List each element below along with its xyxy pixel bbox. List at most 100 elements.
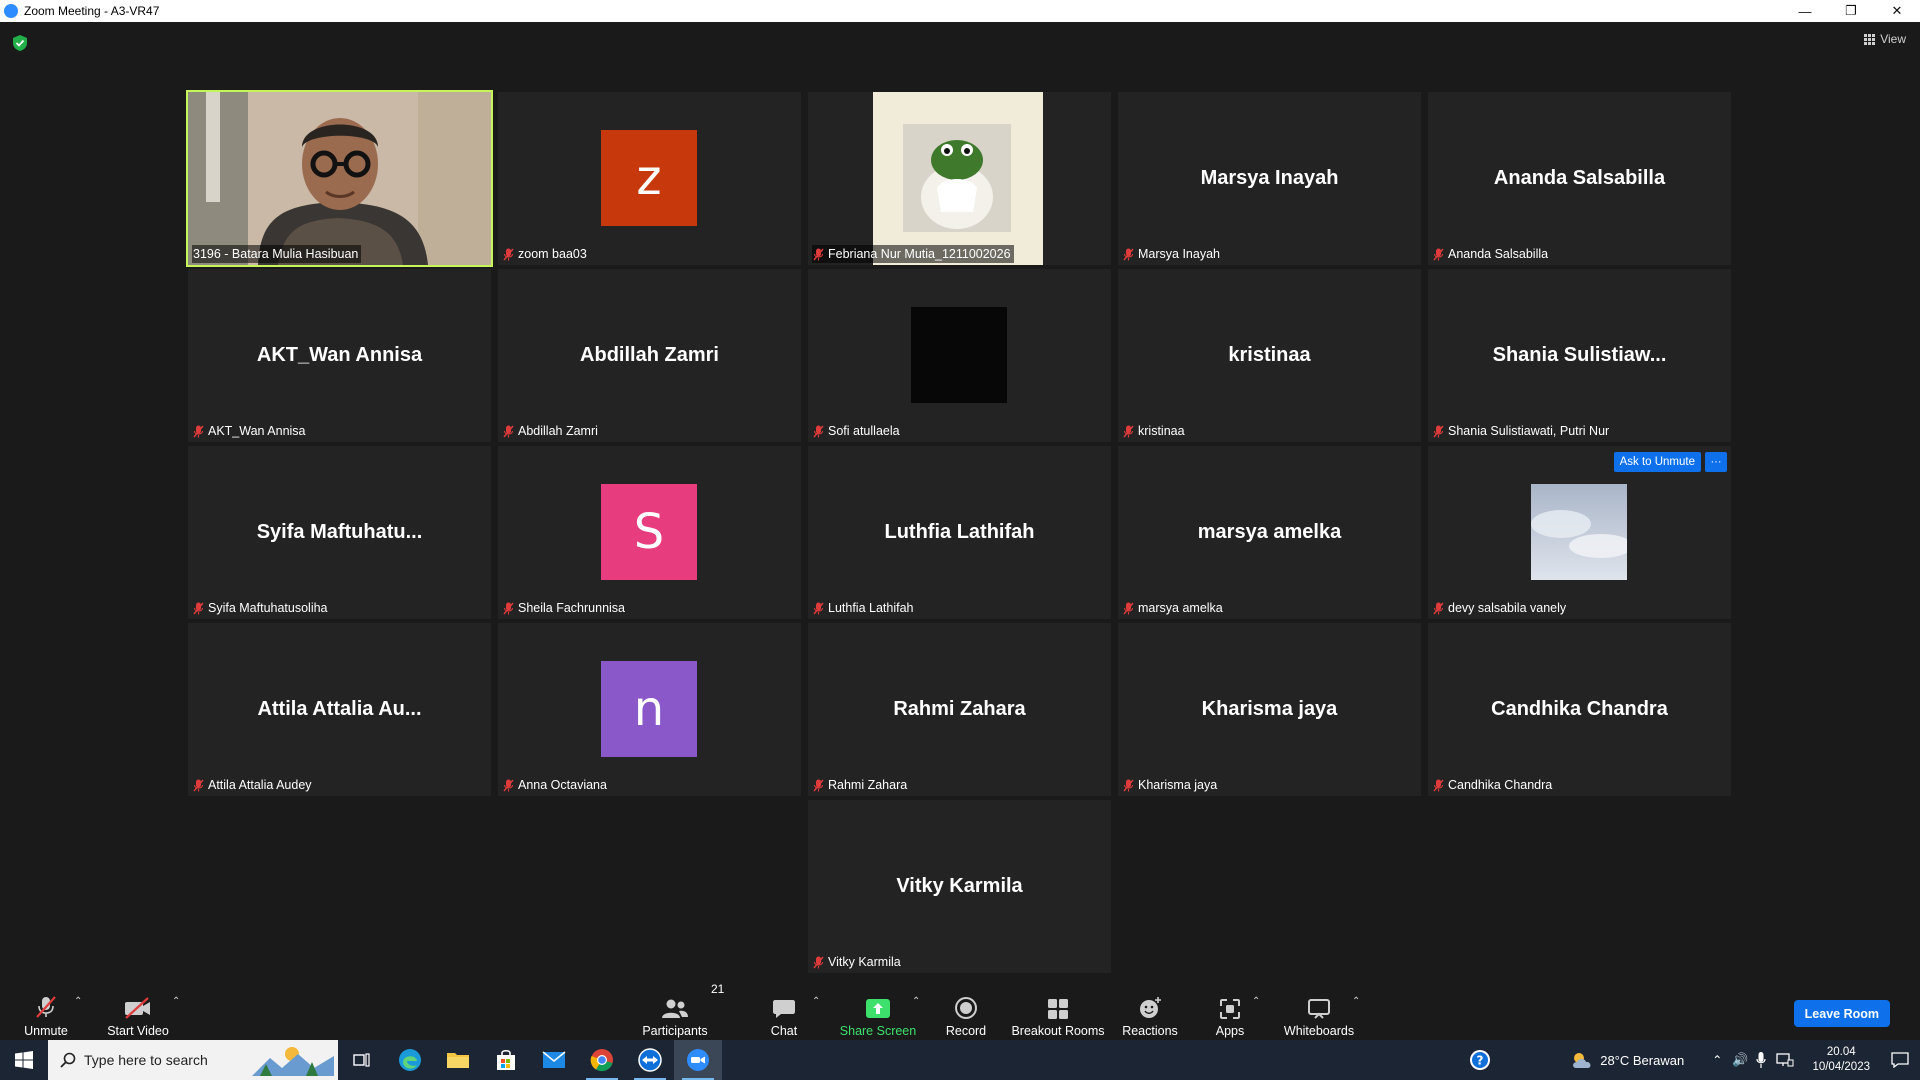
chat-options-caret-icon[interactable]: ⌃	[812, 996, 820, 1007]
mail-taskbar-button[interactable]	[530, 1040, 578, 1080]
chrome-taskbar-button[interactable]	[578, 1040, 626, 1080]
share-options-caret-icon[interactable]: ⌃	[912, 996, 920, 1007]
participant-tile[interactable]: Kharisma jaya Kharisma jaya	[1118, 623, 1421, 796]
start-button[interactable]	[0, 1040, 48, 1080]
muted-mic-icon	[1433, 248, 1444, 260]
participant-name-label: zoom baa03	[502, 245, 590, 263]
participant-display-name: marsya amelka	[1197, 521, 1342, 543]
participant-tile[interactable]: 3196 - Batara Mulia Hasibuan	[186, 90, 493, 267]
microphone-tray-icon[interactable]	[1756, 1052, 1767, 1068]
volume-icon[interactable]: 🔊	[1732, 1052, 1748, 1068]
record-button[interactable]: Record	[940, 978, 992, 1040]
breakout-rooms-icon	[1048, 999, 1068, 1019]
network-icon[interactable]	[1776, 1053, 1794, 1067]
participant-name: 3196 - Batara Mulia Hasibuan	[193, 247, 359, 261]
participant-tile[interactable]: Vitky Karmila Vitky Karmila	[808, 800, 1111, 973]
show-hidden-icons-chevron-icon[interactable]: ⌃	[1712, 1053, 1722, 1067]
store-taskbar-button[interactable]	[482, 1040, 530, 1080]
share-screen-button[interactable]: Share Screen	[838, 978, 918, 1040]
participants-label: Participants	[642, 1024, 708, 1038]
participant-name: devy salsabila vanely	[1448, 601, 1567, 615]
muted-mic-icon	[1433, 779, 1444, 791]
participant-name-label: Kharisma jaya	[1122, 776, 1220, 794]
view-label: View	[1880, 32, 1906, 46]
reactions-button[interactable]: Reactions	[1120, 978, 1180, 1040]
minimize-button[interactable]: —	[1782, 0, 1828, 22]
participant-name: Attila Attalia Audey	[208, 778, 312, 792]
participant-name-label: Febriana Nur Mutia_1211002026	[812, 245, 1014, 263]
leave-room-button[interactable]: Leave Room	[1793, 1000, 1890, 1027]
chat-button[interactable]: Chat	[760, 978, 808, 1040]
system-tray: ? 28°C Berawan ⌃ 🔊 20.04 10/04/2023	[1460, 1040, 1920, 1080]
participant-tile[interactable]: Rahmi Zahara Rahmi Zahara	[808, 623, 1111, 796]
whiteboards-options-caret-icon[interactable]: ⌃	[1352, 996, 1360, 1007]
action-center-button[interactable]	[1880, 1040, 1920, 1080]
edge-taskbar-button[interactable]	[386, 1040, 434, 1080]
participant-tile[interactable]: Shania Sulistiaw... Shania Sulistiawati, …	[1428, 269, 1731, 442]
participant-tile[interactable]: marsya amelka marsya amelka	[1118, 446, 1421, 619]
participant-tile[interactable]: Attila Attalia Au... Attila Attalia Audey	[188, 623, 491, 796]
participant-display-name: Abdillah Zamri	[580, 344, 719, 366]
ask-to-unmute-button[interactable]: Ask to Unmute	[1613, 452, 1701, 472]
apps-button[interactable]: Apps	[1212, 978, 1248, 1040]
participant-name-label: 3196 - Batara Mulia Hasibuan	[192, 245, 362, 263]
participant-tile[interactable]: Candhika Chandra Candhika Chandra	[1428, 623, 1731, 796]
unmute-button[interactable]: Unmute	[18, 978, 74, 1040]
participant-avatar: S	[601, 484, 697, 580]
participant-tile[interactable]: S Sheila Fachrunnisa	[498, 446, 801, 619]
participant-tile[interactable]: Febriana Nur Mutia_1211002026	[808, 92, 1111, 265]
close-button[interactable]: ✕	[1874, 0, 1920, 22]
breakout-rooms-button[interactable]: Breakout Rooms	[1011, 978, 1105, 1040]
encryption-shield-icon[interactable]	[12, 34, 28, 52]
edge-browser-icon	[399, 1049, 421, 1071]
participants-button[interactable]: 21 Participants	[640, 978, 724, 1040]
participant-tile[interactable]: z zoom baa03	[498, 92, 801, 265]
participant-tile[interactable]: n Anna Octaviana	[498, 623, 801, 796]
teamviewer-taskbar-button[interactable]	[626, 1040, 674, 1080]
participant-tile[interactable]: Abdillah Zamri Abdillah Zamri	[498, 269, 801, 442]
participant-tile[interactable]: Marsya Inayah Marsya Inayah	[1118, 92, 1421, 265]
participant-tile[interactable]: kristinaa kristinaa	[1118, 269, 1421, 442]
clock[interactable]: 20.04 10/04/2023	[1812, 1045, 1870, 1075]
muted-mic-icon	[813, 425, 824, 437]
video-options-caret-icon[interactable]: ⌃	[172, 996, 180, 1007]
participant-tile[interactable]: Ask to Unmute ··· devy salsabila vanely	[1428, 446, 1731, 619]
more-options-button[interactable]: ···	[1705, 452, 1727, 472]
participant-name-label: AKT_Wan Annisa	[192, 422, 309, 440]
window-title: Zoom Meeting - A3-VR47	[24, 4, 160, 18]
muted-mic-icon	[193, 602, 204, 614]
participant-name: marsya amelka	[1138, 601, 1223, 615]
muted-mic-icon	[503, 425, 514, 437]
audio-options-caret-icon[interactable]: ⌃	[74, 996, 82, 1007]
muted-mic-icon	[503, 779, 514, 791]
participant-tile[interactable]: Ananda Salsabilla Ananda Salsabilla	[1428, 92, 1731, 265]
participant-tile[interactable]: Luthfia Lathifah Luthfia Lathifah	[808, 446, 1111, 619]
weather-widget[interactable]: 28°C Berawan	[1570, 1050, 1684, 1070]
whiteboards-button[interactable]: Whiteboards	[1282, 978, 1356, 1040]
file-explorer-taskbar-button[interactable]	[434, 1040, 482, 1080]
chrome-browser-icon	[590, 1049, 613, 1072]
participant-tile[interactable]: Syifa Maftuhatu... Syifa Maftuhatusoliha	[188, 446, 491, 619]
muted-mic-icon	[503, 602, 514, 614]
participant-tile[interactable]: AKT_Wan Annisa AKT_Wan Annisa	[188, 269, 491, 442]
restore-button[interactable]: ❐	[1828, 0, 1874, 22]
help-tray-button[interactable]: ?	[1460, 1040, 1500, 1080]
start-video-button[interactable]: Start Video	[104, 978, 172, 1040]
muted-mic-icon	[813, 956, 824, 968]
zoom-app-taskbar-icon	[687, 1049, 709, 1071]
participant-tile[interactable]: Sofi atullaela	[808, 269, 1111, 442]
windows-logo-icon	[15, 1051, 33, 1069]
apps-options-caret-icon[interactable]: ⌃	[1252, 996, 1260, 1007]
participant-display-name: Rahmi Zahara	[893, 698, 1026, 720]
share-screen-icon	[866, 999, 890, 1018]
participant-display-name: Syifa Maftuhatu...	[256, 521, 423, 543]
zoom-taskbar-button[interactable]	[674, 1040, 722, 1080]
participant-name-label: Syifa Maftuhatusoliha	[192, 599, 331, 617]
taskbar-search-box[interactable]: Type here to search	[48, 1040, 338, 1080]
participant-display-name: Attila Attalia Au...	[257, 698, 422, 720]
task-view-button[interactable]	[338, 1040, 386, 1080]
window-controls: — ❐ ✕	[1782, 0, 1920, 22]
participant-name: Rahmi Zahara	[828, 778, 908, 792]
muted-mic-icon	[813, 248, 824, 260]
view-button[interactable]: View	[1864, 32, 1906, 46]
